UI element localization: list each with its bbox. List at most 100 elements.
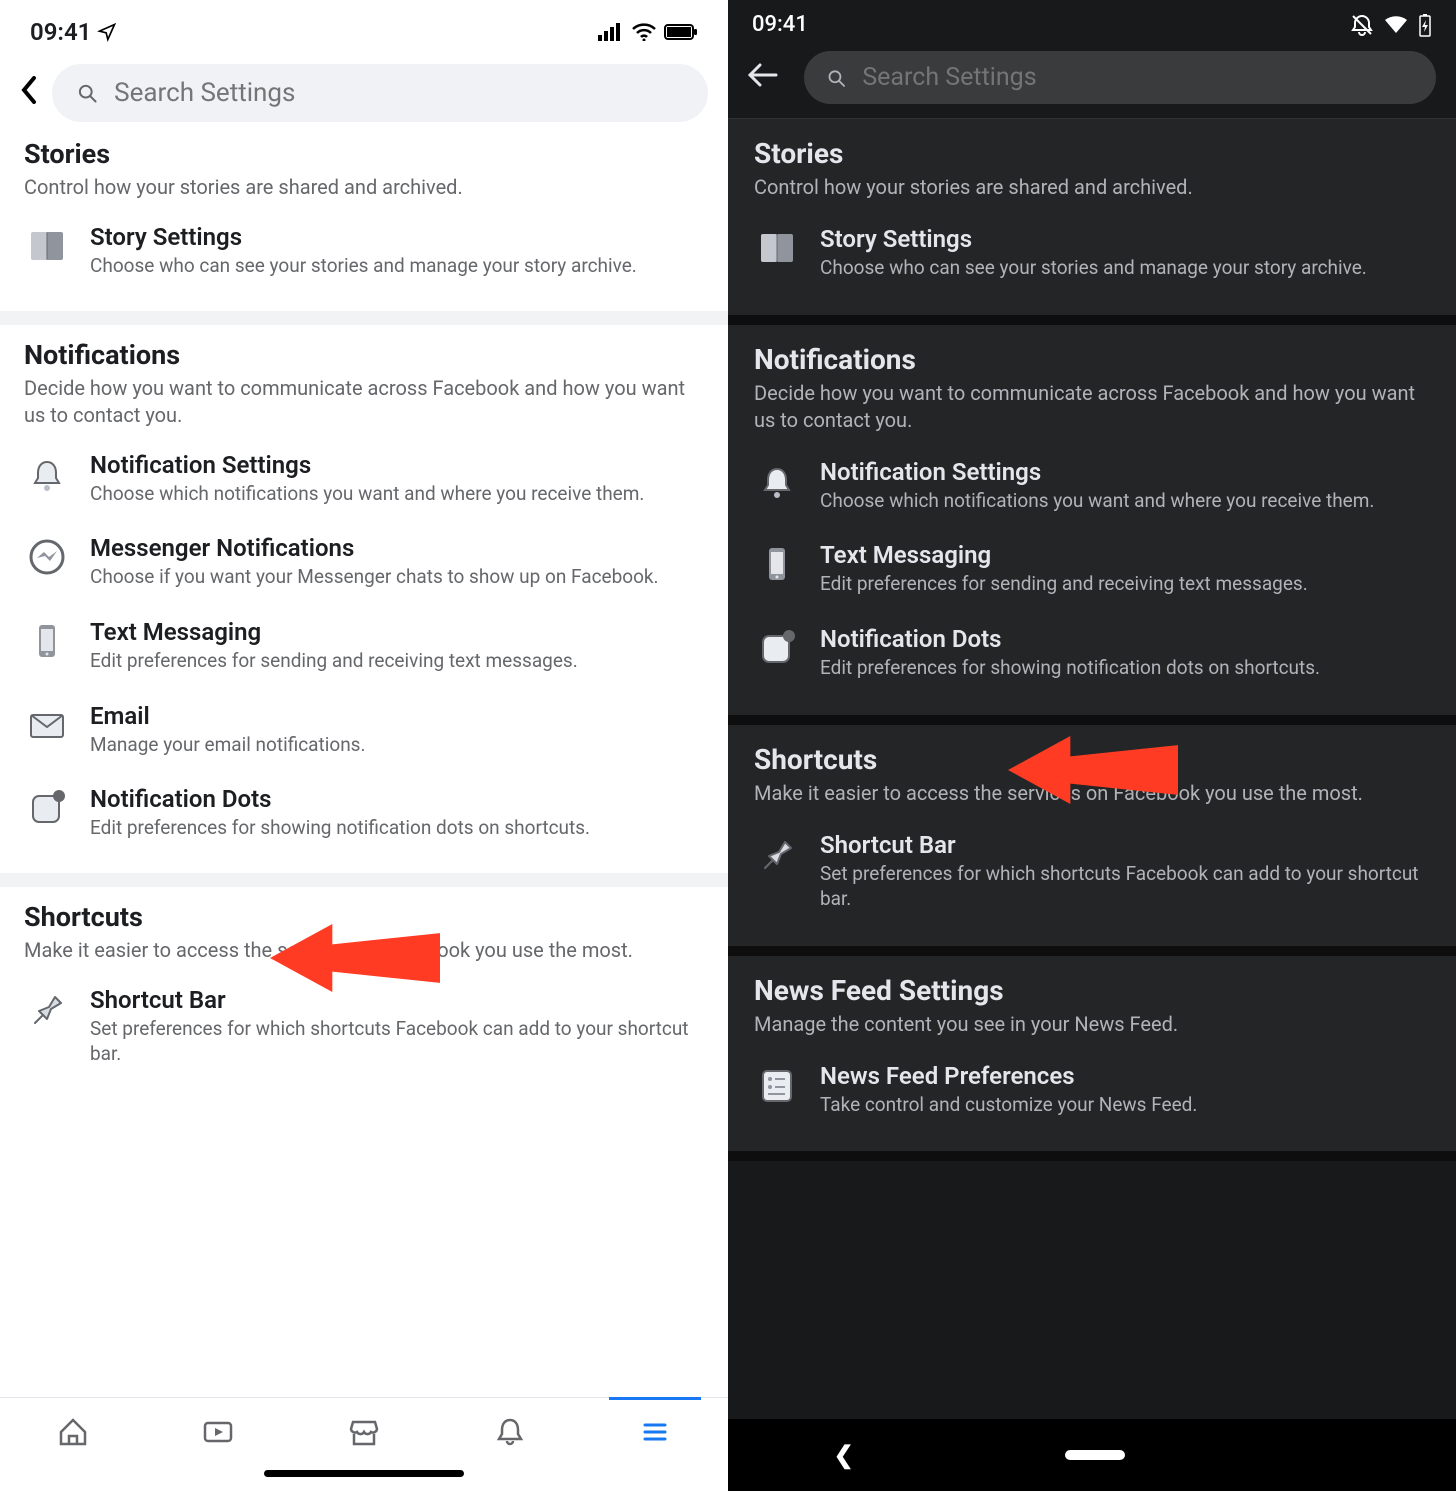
search-input[interactable] bbox=[862, 63, 1416, 92]
section-subtitle: Make it easier to access the services on… bbox=[24, 937, 704, 964]
setting-row-shortcut-bar[interactable]: Shortcut BarSet preferences for which sh… bbox=[24, 972, 704, 1081]
top-bar bbox=[0, 56, 728, 138]
search-icon bbox=[74, 79, 100, 107]
setting-row-shortcut-bar[interactable]: Shortcut BarSet preferences for which sh… bbox=[754, 817, 1430, 926]
row-label: Story Settings bbox=[90, 223, 704, 251]
nav-back[interactable]: ❮ bbox=[834, 1441, 854, 1469]
mail-icon bbox=[24, 702, 70, 748]
tab-marketplace[interactable] bbox=[344, 1412, 384, 1452]
book-icon bbox=[754, 225, 800, 271]
setting-row-email[interactable]: EmailManage your email notifications. bbox=[24, 688, 704, 772]
section-notifications: Notifications Decide how you want to comm… bbox=[0, 325, 728, 887]
tab-menu[interactable] bbox=[635, 1412, 675, 1452]
status-bar: 09:41 bbox=[728, 0, 1456, 45]
section-subtitle: Manage the content you see in your News … bbox=[754, 1011, 1430, 1038]
section-title: Shortcuts bbox=[754, 743, 1430, 776]
setting-row-notification-settings[interactable]: Notification SettingsChoose which notifi… bbox=[24, 437, 704, 521]
dot-square-icon bbox=[754, 625, 800, 671]
row-sub: Edit preferences for sending and receivi… bbox=[820, 571, 1430, 597]
search-input[interactable] bbox=[114, 78, 686, 108]
search-bar[interactable] bbox=[804, 51, 1436, 104]
row-label: News Feed Preferences bbox=[820, 1062, 1430, 1090]
setting-row-notification-dots[interactable]: Notification DotsEdit preferences for sh… bbox=[754, 611, 1430, 695]
section-title: Notifications bbox=[754, 343, 1430, 376]
section-subtitle: Make it easier to access the services on… bbox=[754, 780, 1430, 807]
wifi-icon bbox=[632, 23, 656, 41]
row-sub: Edit preferences for showing notificatio… bbox=[90, 815, 704, 841]
section-subtitle: Decide how you want to communicate acros… bbox=[754, 380, 1430, 434]
android-navbar: ❮ bbox=[728, 1419, 1456, 1491]
clock: 09:41 bbox=[30, 18, 91, 46]
bell-icon bbox=[754, 458, 800, 504]
row-sub: Manage your email notifications. bbox=[90, 732, 704, 758]
row-sub: Take control and customize your News Fee… bbox=[820, 1092, 1430, 1118]
tab-bar bbox=[0, 1397, 728, 1460]
setting-row-text-messaging[interactable]: Text MessagingEdit preferences for sendi… bbox=[24, 604, 704, 688]
dot-square-icon bbox=[24, 785, 70, 831]
section-shortcuts: Shortcuts Make it easier to access the se… bbox=[728, 725, 1456, 956]
settings-list[interactable]: StoriesControl how your stories are shar… bbox=[728, 118, 1456, 1419]
section-title: Shortcuts bbox=[24, 901, 704, 933]
battery-icon bbox=[1418, 13, 1432, 37]
row-label: Email bbox=[90, 702, 704, 730]
row-sub: Choose which notifications you want and … bbox=[90, 481, 704, 507]
tab-notifications[interactable] bbox=[490, 1412, 530, 1452]
signal-icon bbox=[598, 23, 624, 41]
section-notifications: Notifications Decide how you want to comm… bbox=[728, 325, 1456, 725]
row-sub: Choose who can see your stories and mana… bbox=[820, 255, 1430, 281]
dnd-icon bbox=[1350, 13, 1374, 37]
ios-screen: 09:41 StoriesControl how your stories ar… bbox=[0, 0, 728, 1491]
row-sub: Choose who can see your stories and mana… bbox=[90, 253, 704, 279]
back-button[interactable] bbox=[740, 60, 786, 95]
section-shortcuts: Shortcuts Make it easier to access the se… bbox=[0, 887, 728, 1099]
section-title: Notifications bbox=[24, 339, 704, 371]
row-sub: Choose which notifications you want and … bbox=[820, 488, 1430, 514]
pin-icon bbox=[754, 831, 800, 877]
status-bar: 09:41 bbox=[0, 0, 728, 56]
phone-icon bbox=[754, 541, 800, 587]
section-title: News Feed Settings bbox=[754, 974, 1430, 1007]
tab-watch[interactable] bbox=[198, 1412, 238, 1452]
row-label: Notification Dots bbox=[90, 785, 704, 813]
search-icon bbox=[824, 65, 848, 91]
row-label: Story Settings bbox=[820, 225, 1430, 253]
section-stories: StoriesControl how your stories are shar… bbox=[728, 119, 1456, 325]
top-bar bbox=[728, 45, 1456, 118]
row-label: Text Messaging bbox=[90, 618, 704, 646]
row-label: Messenger Notifications bbox=[90, 534, 704, 562]
setting-row-notification-settings[interactable]: Notification SettingsChoose which notifi… bbox=[754, 444, 1430, 528]
back-button[interactable] bbox=[20, 74, 38, 112]
row-label: Shortcut Bar bbox=[820, 831, 1430, 859]
section-news-feed-settings: News Feed Settings Manage the content you… bbox=[728, 956, 1456, 1162]
section-title: Stories bbox=[24, 138, 704, 170]
setting-row-story-settings[interactable]: Story SettingsChoose who can see your st… bbox=[754, 211, 1430, 295]
setting-row-messenger-notifications[interactable]: Messenger NotificationsChoose if you wan… bbox=[24, 520, 704, 604]
clock: 09:41 bbox=[752, 12, 808, 37]
section-subtitle: Decide how you want to communicate acros… bbox=[24, 375, 704, 429]
tab-home[interactable] bbox=[53, 1412, 93, 1452]
row-sub: Set preferences for which shortcuts Face… bbox=[90, 1016, 704, 1067]
wifi-icon bbox=[1384, 15, 1408, 35]
row-sub: Edit preferences for sending and receivi… bbox=[90, 648, 704, 674]
row-label: Notification Dots bbox=[820, 625, 1430, 653]
row-label: Text Messaging bbox=[820, 541, 1430, 569]
setting-row-notification-dots[interactable]: Notification DotsEdit preferences for sh… bbox=[24, 771, 704, 855]
setting-row-news-feed-preferences[interactable]: News Feed PreferencesTake control and cu… bbox=[754, 1048, 1430, 1132]
battery-icon bbox=[664, 23, 698, 41]
nav-home[interactable] bbox=[1065, 1450, 1125, 1460]
android-screen: 09:41 StoriesControl how your stories ar… bbox=[728, 0, 1456, 1491]
row-sub: Set preferences for which shortcuts Face… bbox=[820, 861, 1430, 912]
setting-row-story-settings[interactable]: Story SettingsChoose who can see your st… bbox=[24, 209, 704, 293]
section-title: Stories bbox=[754, 137, 1430, 170]
setting-row-text-messaging[interactable]: Text MessagingEdit preferences for sendi… bbox=[754, 527, 1430, 611]
location-icon bbox=[97, 22, 117, 42]
section-stories: StoriesControl how your stories are shar… bbox=[0, 138, 728, 325]
messenger-icon bbox=[24, 534, 70, 580]
pin-icon bbox=[24, 986, 70, 1032]
row-label: Notification Settings bbox=[820, 458, 1430, 486]
row-label: Notification Settings bbox=[90, 451, 704, 479]
home-indicator bbox=[264, 1470, 464, 1477]
search-bar[interactable] bbox=[52, 64, 708, 122]
settings-list[interactable]: StoriesControl how your stories are shar… bbox=[0, 138, 728, 1397]
phone-icon bbox=[24, 618, 70, 664]
